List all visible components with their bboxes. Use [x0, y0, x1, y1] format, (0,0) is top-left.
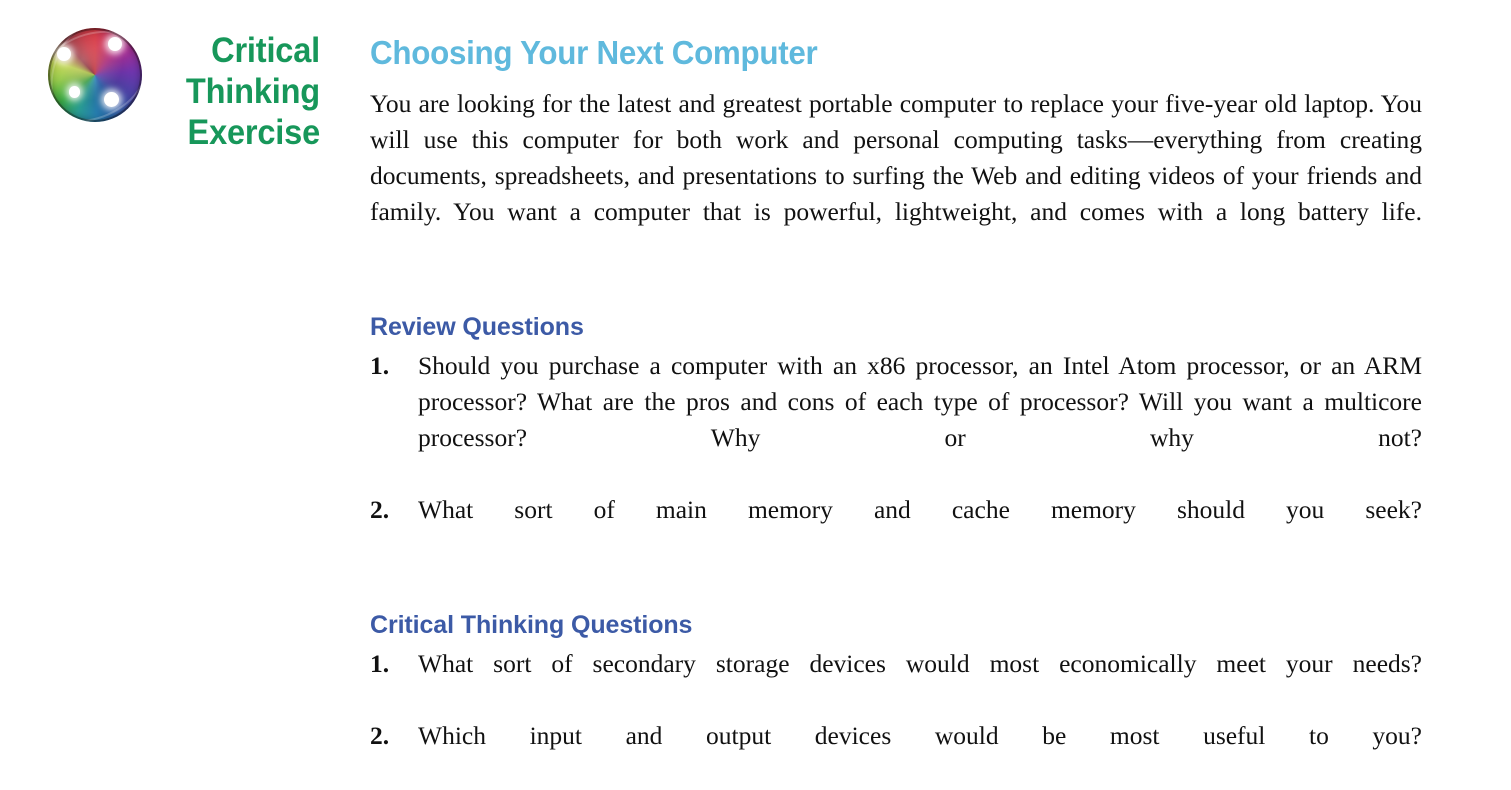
- list-item: 1. What sort of secondary storage device…: [370, 646, 1422, 718]
- list-item-text: Which input and output devices would be …: [418, 721, 1422, 750]
- list-item-text: Should you purchase a computer with an x…: [418, 351, 1422, 452]
- review-questions-list: 1. Should you purchase a computer with a…: [370, 348, 1422, 564]
- page-title: Choosing Your Next Computer: [370, 34, 818, 71]
- section-critical-thinking-questions: Critical Thinking Questions 1. What sort…: [370, 610, 1422, 790]
- list-item-number: 1.: [370, 649, 390, 678]
- list-item-number: 2.: [370, 721, 390, 750]
- list-item: 2. Which input and output devices would …: [370, 718, 1422, 790]
- section-heading-review-questions: Review Questions: [370, 313, 584, 341]
- section-review-questions: Review Questions 1. Should you purchase …: [370, 312, 1422, 564]
- rainbow-sphere-icon: [48, 28, 142, 122]
- exercise-content: Choosing Your Next Computer You are look…: [370, 34, 1422, 790]
- critical-thinking-questions-list: 1. What sort of secondary storage device…: [370, 646, 1422, 790]
- list-item-text: What sort of secondary storage devices w…: [418, 649, 1422, 678]
- list-item-text: What sort of main memory and cache memor…: [418, 495, 1422, 524]
- exercise-page: Critical Thinking Exercise Choosing Your…: [0, 0, 1511, 772]
- exercise-label-line-1: Critical: [211, 31, 320, 70]
- exercise-label-line-2: Thinking: [185, 72, 320, 111]
- list-item-number: 2.: [370, 495, 390, 524]
- list-item: 1. Should you purchase a computer with a…: [370, 348, 1422, 492]
- section-heading-critical-thinking-questions: Critical Thinking Questions: [370, 611, 693, 639]
- exercise-label: Critical Thinking Exercise: [162, 30, 320, 153]
- intro-paragraph: You are looking for the latest and great…: [370, 89, 1422, 226]
- exercise-label-line-3: Exercise: [187, 113, 321, 152]
- list-item: 2. What sort of main memory and cache me…: [370, 492, 1422, 564]
- list-item-number: 1.: [370, 351, 390, 380]
